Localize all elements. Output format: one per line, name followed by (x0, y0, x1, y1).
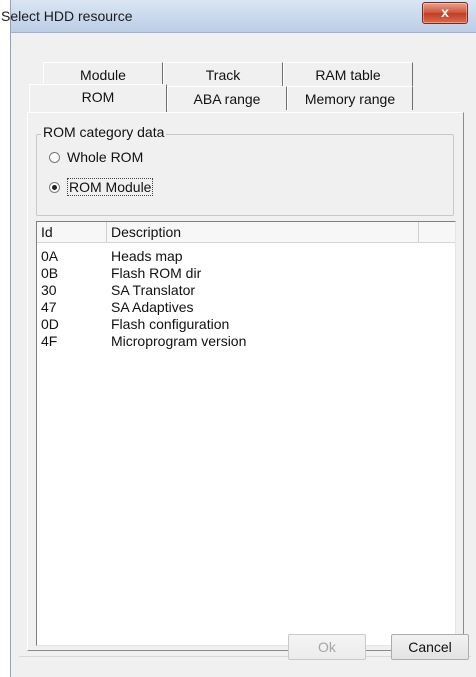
tab-module[interactable]: Module (43, 62, 163, 86)
cell-description: SA Translator (111, 282, 196, 298)
tab-track[interactable]: Track (163, 62, 283, 86)
cell-id: 47 (41, 299, 57, 315)
cancel-button[interactable]: Cancel (391, 634, 469, 660)
cell-description: Flash configuration (111, 316, 230, 332)
close-icon: x (441, 4, 449, 20)
radio-label: ROM Module (67, 178, 154, 196)
tab-aba-range[interactable]: ABA range (167, 86, 287, 110)
list-header: Id Description (37, 222, 455, 243)
rom-category-legend: ROM category data (41, 124, 167, 140)
radio-whole-rom[interactable]: Whole ROM (49, 149, 143, 165)
cell-id: 0A (41, 248, 59, 264)
title-bar[interactable]: Select HDD resource x (1, 0, 476, 33)
rom-category-groupbox (36, 134, 454, 216)
cell-id: 0D (41, 316, 59, 332)
tab-label: ROM (81, 89, 115, 105)
radio-rom-module[interactable]: ROM Module (49, 178, 154, 196)
cell-description: Flash ROM dir (111, 265, 202, 281)
tab-ram-table[interactable]: RAM table (283, 62, 413, 86)
radio-label: Whole ROM (67, 149, 144, 165)
radio-button[interactable] (49, 151, 60, 163)
tab-rom[interactable]: ROM (29, 84, 167, 112)
cell-description: Heads map (111, 248, 183, 264)
rom-module-list[interactable]: Id Description 0A Heads map 0B Flash ROM… (36, 221, 456, 646)
cell-id: 4F (41, 333, 58, 349)
dialog-client-area: Module Track RAM table ROM ABA range Mem… (19, 36, 471, 672)
tab-label: Memory range (304, 91, 396, 107)
cell-id: 0B (41, 265, 59, 281)
tab-label: Module (80, 67, 126, 83)
column-header-filler (419, 222, 455, 242)
tab-memory-range[interactable]: Memory range (287, 86, 413, 110)
cell-description: SA Adaptives (111, 299, 194, 315)
radio-button[interactable] (49, 181, 60, 193)
tab-label: Track (205, 67, 241, 83)
ok-button[interactable]: Ok (288, 634, 366, 660)
tab-label: RAM table (315, 67, 381, 83)
tab-label: ABA range (193, 91, 261, 107)
cell-id: 30 (41, 282, 57, 298)
column-header-id[interactable]: Id (37, 222, 107, 242)
select-hdd-resource-dialog: Select HDD resource x Module Track RAM t… (1, 0, 476, 677)
cell-description: Microprogram version (111, 333, 247, 349)
close-button[interactable]: x (422, 2, 468, 24)
window-title: Select HDD resource (1, 8, 133, 24)
column-header-description[interactable]: Description (107, 222, 419, 242)
